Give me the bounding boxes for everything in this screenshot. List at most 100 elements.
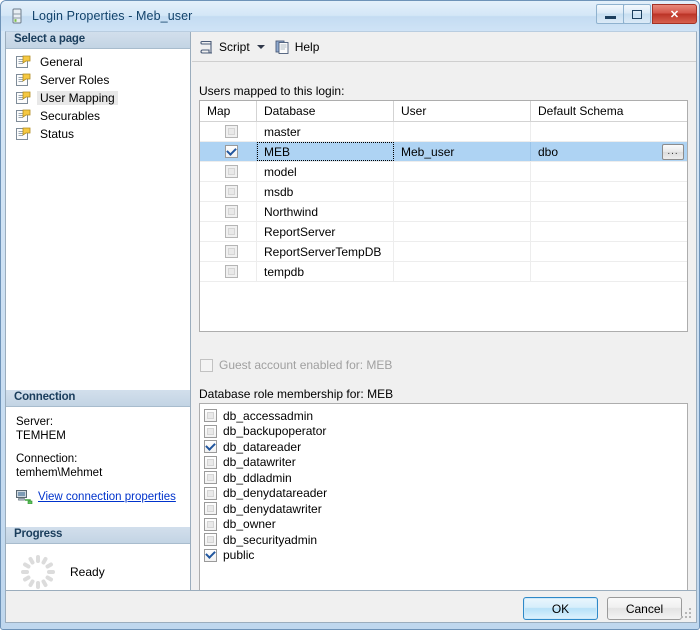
schema-cell[interactable] [531, 162, 686, 181]
database-role-membership-list[interactable]: db_accessadmin db_backupoperator db_data… [199, 403, 688, 611]
map-checkbox[interactable] [225, 205, 238, 218]
view-connection-properties-label: View connection properties [38, 490, 176, 503]
role-checkbox[interactable] [204, 533, 217, 547]
sidebar-item-server-roles[interactable]: Server Roles [6, 71, 190, 89]
connection-value: temhem\Mehmet [16, 467, 103, 479]
close-button[interactable]: ✕ [652, 4, 697, 24]
map-cell[interactable] [200, 162, 257, 181]
table-row[interactable]: MEB Meb_user dbo ... [200, 142, 687, 162]
list-item[interactable]: db_datareader [204, 439, 687, 455]
database-cell[interactable]: ReportServer [257, 222, 394, 241]
browse-schema-button[interactable]: ... [662, 144, 684, 160]
schema-cell[interactable] [531, 262, 686, 281]
role-checkbox[interactable] [204, 440, 217, 454]
table-row[interactable]: msdb [200, 182, 687, 202]
map-checkbox[interactable] [225, 125, 238, 138]
database-cell[interactable]: Northwind [257, 202, 394, 221]
resize-grip[interactable] [681, 608, 693, 620]
database-cell[interactable]: msdb [257, 182, 394, 201]
user-cell[interactable] [394, 262, 531, 281]
database-cell[interactable]: ReportServerTempDB [257, 242, 394, 261]
schema-cell[interactable] [531, 242, 686, 261]
list-item[interactable]: public [204, 548, 687, 564]
list-item[interactable]: db_backupoperator [204, 424, 687, 440]
table-row[interactable]: ReportServerTempDB [200, 242, 687, 262]
minimize-button[interactable] [596, 4, 624, 24]
table-row[interactable]: model [200, 162, 687, 182]
list-item[interactable]: db_owner [204, 517, 687, 533]
page-icon [16, 73, 31, 87]
table-row[interactable]: master [200, 122, 687, 142]
role-checkbox[interactable] [204, 409, 217, 423]
schema-cell[interactable] [531, 222, 686, 241]
view-connection-properties-link[interactable]: View connection properties [16, 489, 180, 505]
list-item[interactable]: db_ddladmin [204, 470, 687, 486]
user-mapping-grid[interactable]: Map Database User Default Schema master … [199, 100, 688, 332]
map-cell[interactable] [200, 222, 257, 241]
user-cell[interactable] [394, 202, 531, 221]
list-item[interactable]: db_datawriter [204, 455, 687, 471]
map-checkbox[interactable] [225, 185, 238, 198]
cancel-button[interactable]: Cancel [607, 597, 682, 620]
list-item[interactable]: db_securityadmin [204, 532, 687, 548]
user-cell[interactable] [394, 242, 531, 261]
sidebar-item-securables[interactable]: Securables [6, 107, 190, 125]
map-checkbox[interactable] [225, 225, 238, 238]
script-button[interactable]: Script [199, 39, 250, 55]
dialog-footer: OK Cancel [6, 590, 696, 622]
column-header-map[interactable]: Map [200, 101, 257, 121]
schema-cell[interactable] [531, 182, 686, 201]
database-cell[interactable]: model [257, 162, 394, 181]
network-computer-icon [16, 489, 33, 505]
map-checkbox[interactable] [225, 144, 238, 158]
map-cell[interactable] [200, 262, 257, 281]
column-header-default-schema[interactable]: Default Schema [531, 101, 686, 121]
maximize-button[interactable] [623, 4, 651, 24]
user-cell[interactable] [394, 162, 531, 181]
role-checkbox[interactable] [204, 548, 217, 562]
list-item[interactable]: db_denydatareader [204, 486, 687, 502]
database-cell[interactable]: MEB [257, 142, 394, 161]
map-checkbox[interactable] [225, 165, 238, 178]
table-row[interactable]: tempdb [200, 262, 687, 282]
guest-account-checkbox: Guest account enabled for: MEB [200, 358, 392, 372]
column-header-database[interactable]: Database [257, 101, 394, 121]
list-item[interactable]: db_denydatawriter [204, 501, 687, 517]
map-cell[interactable] [200, 142, 257, 161]
column-header-user[interactable]: User [394, 101, 531, 121]
table-row[interactable]: Northwind [200, 202, 687, 222]
map-cell[interactable] [200, 122, 257, 141]
sidebar-item-user-mapping[interactable]: User Mapping [6, 89, 190, 107]
user-cell[interactable] [394, 222, 531, 241]
spinner-icon [20, 554, 56, 590]
map-cell[interactable] [200, 202, 257, 221]
map-checkbox[interactable] [225, 245, 238, 258]
sidebar-item-status[interactable]: Status [6, 125, 190, 143]
role-checkbox[interactable] [204, 471, 217, 485]
role-checkbox[interactable] [204, 517, 217, 531]
schema-cell[interactable] [531, 122, 686, 141]
database-cell[interactable]: tempdb [257, 262, 394, 281]
role-checkbox[interactable] [204, 486, 217, 500]
role-checkbox[interactable] [204, 502, 217, 516]
map-cell[interactable] [200, 242, 257, 261]
table-row[interactable]: ReportServer [200, 222, 687, 242]
database-cell[interactable]: master [257, 122, 394, 141]
map-cell[interactable] [200, 182, 257, 201]
role-checkbox[interactable] [204, 455, 217, 469]
role-checkbox[interactable] [204, 424, 217, 438]
sidebar-item-general[interactable]: General [6, 53, 190, 71]
right-panel: Script Help Users mapped to this login: … [192, 32, 696, 611]
help-label: Help [294, 39, 320, 54]
help-button[interactable]: Help [275, 39, 320, 55]
user-cell[interactable]: Meb_user [394, 142, 531, 161]
user-cell[interactable] [394, 122, 531, 141]
map-checkbox[interactable] [225, 265, 238, 278]
title-bar[interactable]: Login Properties - Meb_user ✕ [1, 1, 699, 31]
user-cell[interactable] [394, 182, 531, 201]
role-label: db_denydatawriter [223, 501, 322, 516]
chevron-down-icon[interactable] [256, 44, 265, 49]
schema-cell[interactable] [531, 202, 686, 221]
ok-button[interactable]: OK [523, 597, 598, 620]
list-item[interactable]: db_accessadmin [204, 408, 687, 424]
